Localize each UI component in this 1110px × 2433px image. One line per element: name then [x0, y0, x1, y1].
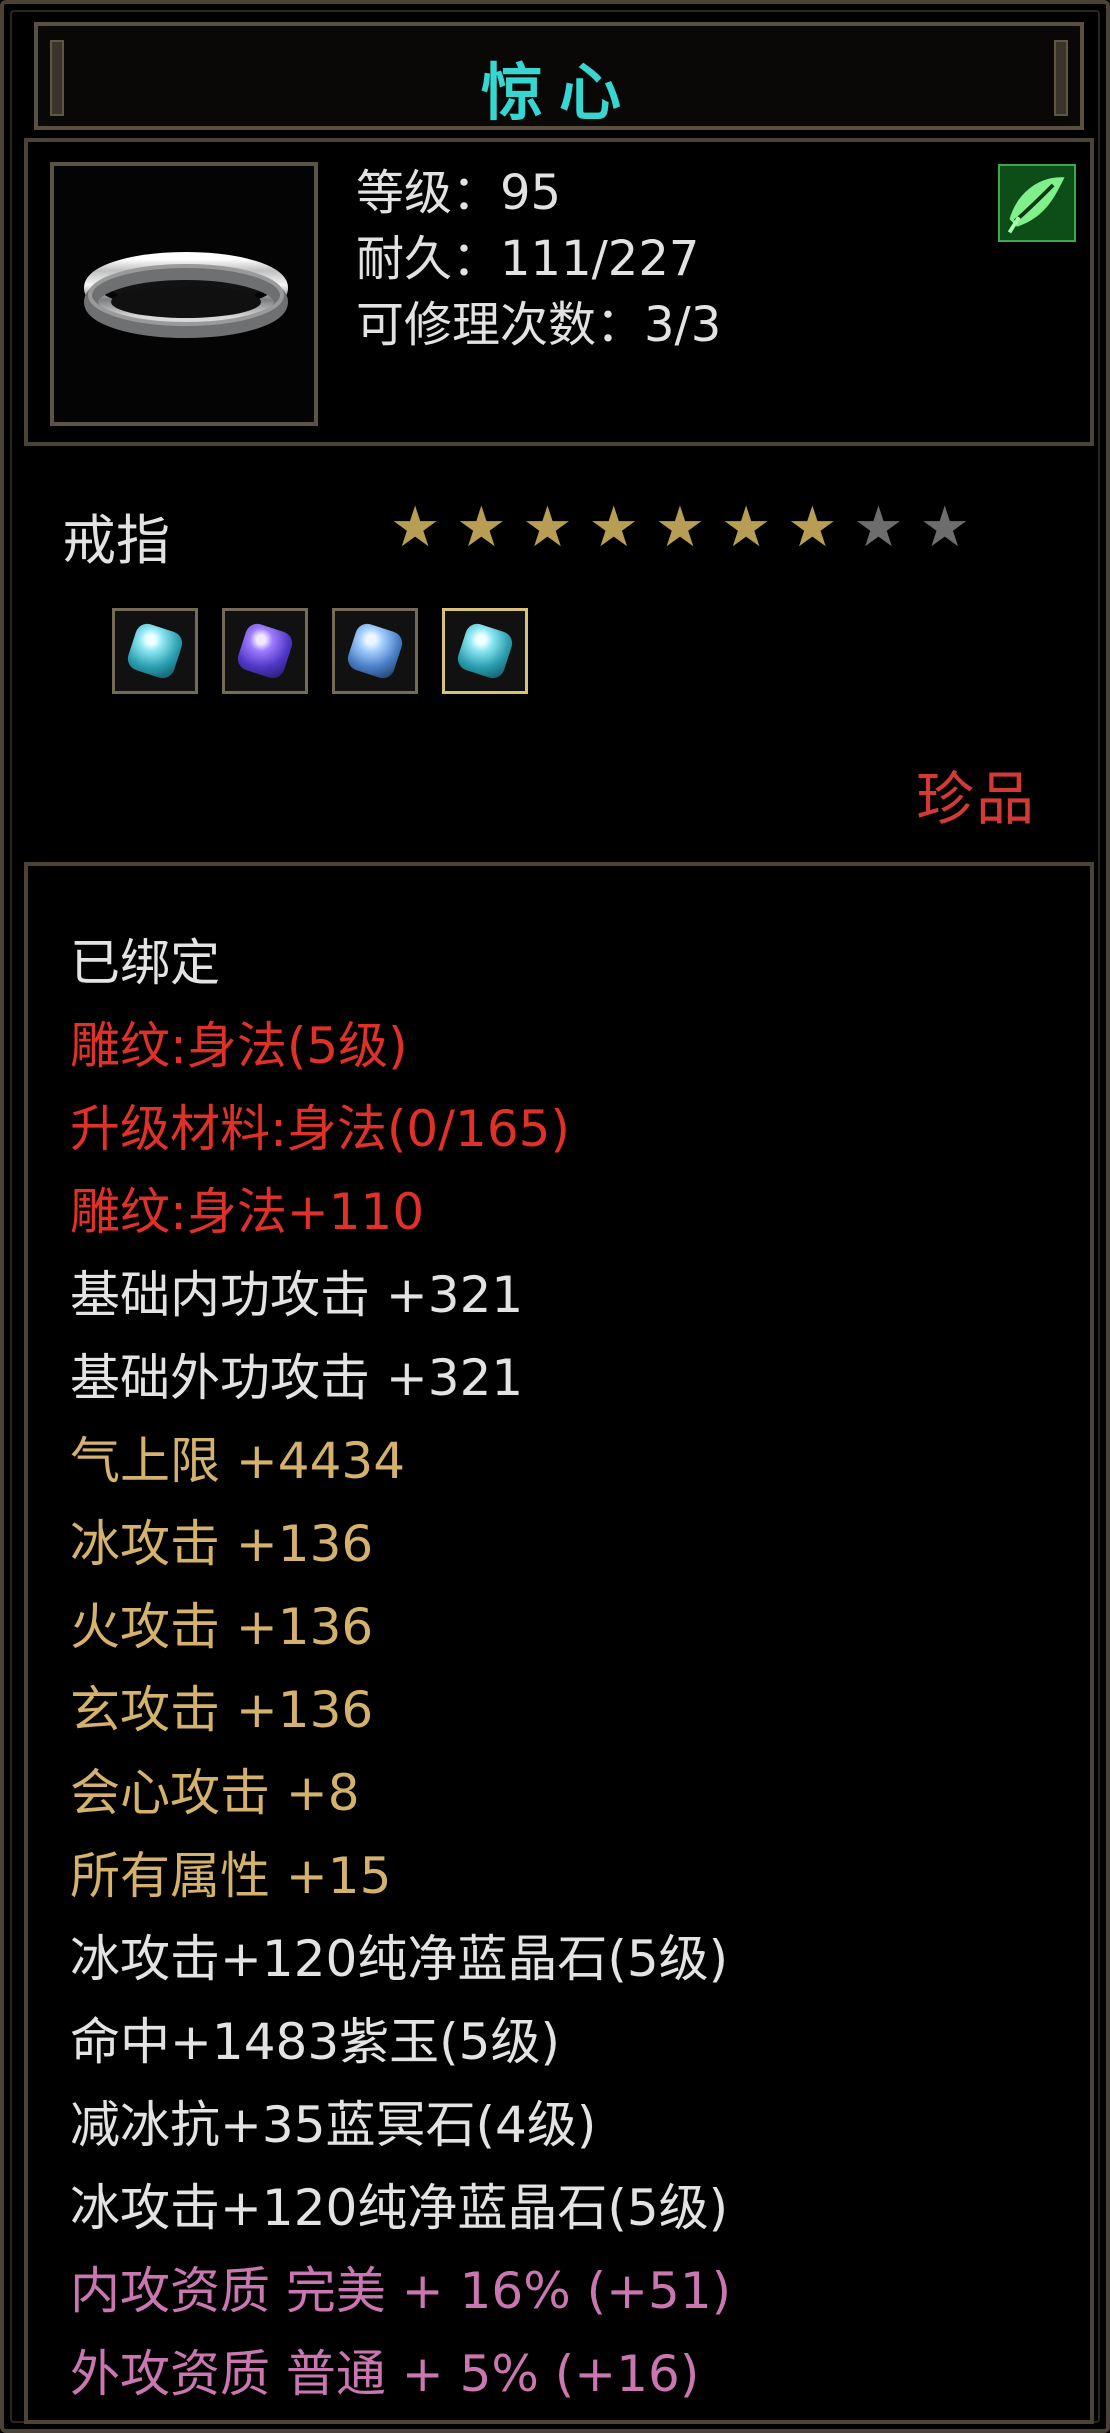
repair-count-text: 可修理次数：3/3 — [356, 297, 722, 353]
ring-icon — [84, 252, 288, 338]
purple-gem-icon — [234, 620, 296, 682]
star-rating: ★ ★ ★ ★ ★ ★ ★ ★ ★ — [390, 498, 970, 558]
attribute-box: 已绑定 雕纹:身法(5级) 升级材料:身法(0/165) 雕纹:身法+110 基… — [24, 862, 1094, 2424]
attribute-line: 玄攻击 +136 — [70, 1681, 374, 1739]
leaf-badge-icon — [998, 164, 1076, 242]
attribute-line: 基础内功攻击 +321 — [70, 1266, 524, 1324]
rarity-label: 珍品 — [915, 765, 1036, 833]
leaf-icon — [1007, 177, 1065, 234]
title-bar: 惊心 — [34, 22, 1084, 130]
durability-text: 耐久：111/227 — [356, 231, 700, 287]
star-filled-icon: ★ — [456, 495, 507, 560]
item-tooltip-panel: 惊心 等级：95 耐久：111/227 可修理次数：3/3 戒指 ★ ★ ★ ★… — [0, 0, 1110, 2433]
attribute-line: 冰攻击+120纯净蓝晶石(5级) — [70, 1930, 729, 1988]
cyan-gem-icon — [124, 620, 186, 682]
attribute-line: 会心攻击 +8 — [70, 1764, 360, 1822]
attribute-line: 气上限 +4434 — [70, 1432, 406, 1490]
item-type: 戒指 — [62, 509, 170, 572]
attribute-line: 减冰抗+35蓝冥石(4级) — [70, 2096, 597, 2154]
star-filled-icon: ★ — [522, 495, 573, 560]
attribute-line: 雕纹:身法(5级) — [70, 1017, 408, 1075]
attribute-line: 内攻资质 完美 + 16% (+51) — [70, 2262, 732, 2320]
star-filled-icon: ★ — [588, 495, 639, 560]
star-filled-icon: ★ — [787, 495, 838, 560]
star-filled-icon: ★ — [721, 495, 772, 560]
gem-slots — [112, 608, 528, 694]
star-filled-icon: ★ — [654, 495, 706, 560]
star-empty-icon: ★ — [919, 495, 970, 560]
attribute-line: 升级材料:身法(0/165) — [70, 1100, 570, 1158]
gem-slot[interactable] — [332, 608, 418, 694]
attribute-line: 所有属性 +15 — [70, 1847, 392, 1905]
attribute-line: 雕纹:身法+110 — [70, 1183, 425, 1241]
gem-slot-selected[interactable] — [442, 608, 528, 694]
item-title: 惊心 — [480, 56, 637, 129]
attribute-line: 外攻资质 普通 + 5% (+16) — [70, 2345, 700, 2403]
item-stats: 等级：95 耐久：111/227 可修理次数：3/3 — [356, 160, 721, 358]
blue-gem-icon — [344, 620, 406, 682]
attribute-line: 命中+1483紫玉(5级) — [70, 2013, 560, 2071]
gem-slot[interactable] — [222, 608, 308, 694]
attribute-line: 已绑定 — [70, 934, 220, 992]
attribute-line: 冰攻击+120纯净蓝晶石(5级) — [70, 2179, 729, 2237]
item-icon-frame — [50, 162, 318, 426]
attribute-line: 基础外功攻击 +321 — [70, 1349, 524, 1407]
level-text: 等级：95 — [356, 165, 562, 221]
gem-slot[interactable] — [112, 608, 198, 694]
star-filled-icon: ★ — [390, 495, 441, 560]
item-summary-box: 等级：95 耐久：111/227 可修理次数：3/3 — [24, 138, 1094, 446]
attribute-line: 火攻击 +136 — [70, 1598, 374, 1656]
attribute-list: 已绑定 雕纹:身法(5级) 升级材料:身法(0/165) 雕纹:身法+110 基… — [70, 922, 731, 2416]
attribute-line: 冰攻击 +136 — [70, 1515, 374, 1573]
star-empty-icon: ★ — [853, 495, 904, 560]
cyan-gem-icon — [454, 620, 516, 682]
